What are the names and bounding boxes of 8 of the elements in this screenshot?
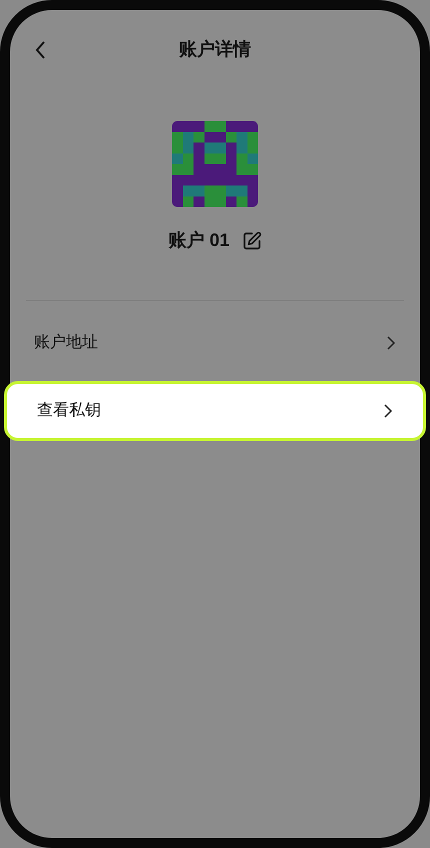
page-title: 账户详情 [179,38,251,60]
account-name: 账户 01 [168,229,230,252]
chevron-icon [383,403,393,419]
menu-item[interactable]: 查看私钥 [4,381,426,441]
menu-item[interactable]: 账户地址 [10,313,420,373]
avatar-icon [172,121,258,207]
chevron-icon [386,335,396,351]
edit-icon[interactable] [242,230,262,250]
